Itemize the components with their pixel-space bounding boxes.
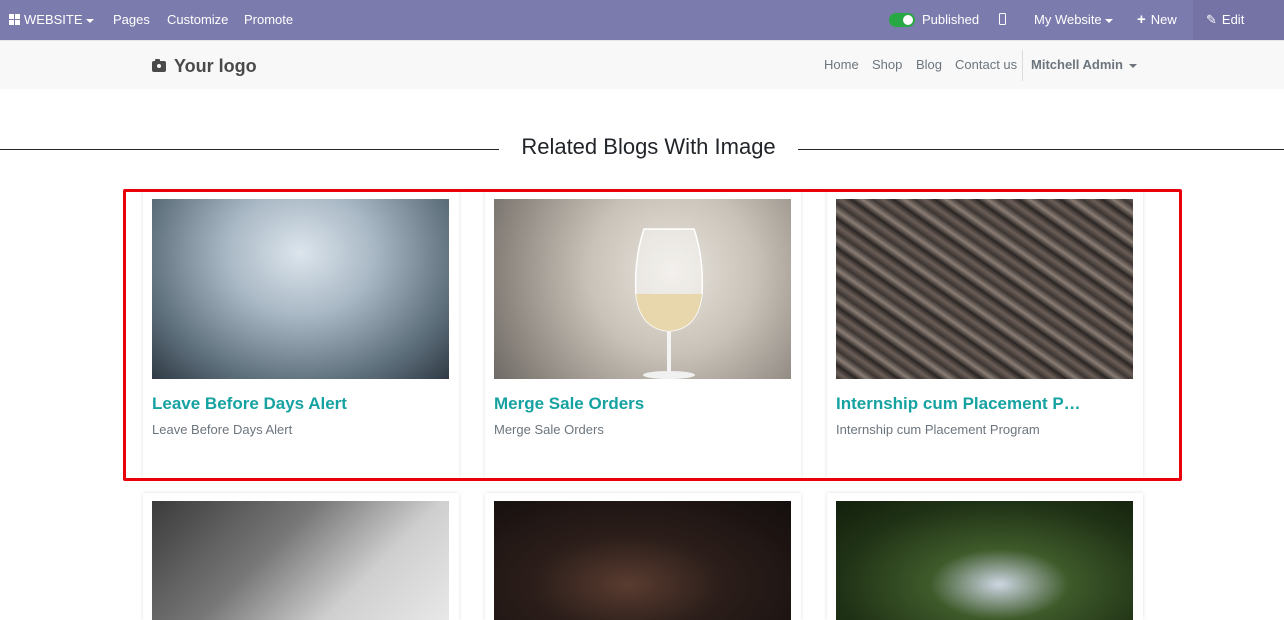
website-admin-bar: WEBSITE Pages Customize Promote Publishe… xyxy=(0,0,1284,40)
blog-card[interactable] xyxy=(485,493,801,620)
blog-title[interactable]: Internship cum Placement P… xyxy=(836,394,1133,414)
heading-rule-left xyxy=(0,149,499,150)
blog-image[interactable] xyxy=(836,199,1133,379)
customize-menu[interactable]: Customize xyxy=(167,0,228,40)
pencil-icon: ✎ xyxy=(1206,12,1217,27)
my-website-menu[interactable]: My Website xyxy=(1034,0,1113,40)
nav-divider xyxy=(1022,50,1023,81)
blog-description: Internship cum Placement Program xyxy=(836,422,1040,437)
edit-label: Edit xyxy=(1221,12,1245,27)
mobile-preview-button[interactable] xyxy=(999,0,1006,40)
wine-glass-illustration xyxy=(634,228,704,379)
blog-image[interactable] xyxy=(836,501,1133,620)
blog-title[interactable]: Leave Before Days Alert xyxy=(152,394,449,414)
plus-icon: + xyxy=(1137,11,1146,28)
pages-menu[interactable]: Pages xyxy=(113,0,150,40)
blog-card[interactable] xyxy=(827,493,1143,620)
chevron-down-icon xyxy=(85,18,94,23)
chevron-down-icon xyxy=(1104,18,1113,23)
published-label: Published xyxy=(922,12,980,27)
nav-contact-us[interactable]: Contact us xyxy=(955,41,1017,90)
mobile-icon xyxy=(999,13,1006,25)
published-toggle[interactable] xyxy=(889,13,915,27)
blog-image[interactable] xyxy=(152,199,449,379)
new-button[interactable]: + New xyxy=(1137,0,1177,40)
nav-home[interactable]: Home xyxy=(824,41,859,90)
blog-image[interactable] xyxy=(494,501,791,620)
logo-text: Your logo xyxy=(174,56,257,76)
user-name: Mitchell Admin xyxy=(1031,57,1123,72)
blog-image[interactable] xyxy=(494,199,791,379)
new-label: New xyxy=(1150,12,1177,27)
blog-card[interactable]: Leave Before Days Alert Leave Before Day… xyxy=(143,191,459,478)
blog-card[interactable]: Internship cum Placement P… Internship c… xyxy=(827,191,1143,478)
section-heading: Related Blogs With Image xyxy=(0,132,1284,162)
site-header: Your logo Home Shop Blog Contact us Mitc… xyxy=(0,40,1284,89)
nav-blog[interactable]: Blog xyxy=(916,41,942,90)
apps-grid-icon xyxy=(9,14,20,25)
website-menu[interactable]: WEBSITE xyxy=(9,0,94,40)
blog-description: Leave Before Days Alert xyxy=(152,422,293,437)
section-title: Related Blogs With Image xyxy=(521,134,776,159)
blog-image[interactable] xyxy=(152,501,449,620)
heading-rule-right xyxy=(798,149,1284,150)
blog-card[interactable]: Merge Sale Orders Merge Sale Orders xyxy=(485,191,801,478)
blog-description: Merge Sale Orders xyxy=(494,422,604,437)
promote-menu[interactable]: Promote xyxy=(244,0,293,40)
user-menu[interactable]: Mitchell Admin xyxy=(1031,41,1137,90)
edit-button[interactable]: ✎ Edit xyxy=(1206,0,1244,40)
camera-icon xyxy=(152,59,166,72)
website-menu-label: WEBSITE xyxy=(24,12,83,27)
blog-title[interactable]: Merge Sale Orders xyxy=(494,394,791,414)
nav-shop[interactable]: Shop xyxy=(872,41,902,90)
blog-card[interactable] xyxy=(143,493,459,620)
chevron-down-icon xyxy=(1128,63,1137,68)
my-website-label: My Website xyxy=(1034,12,1102,27)
site-logo[interactable]: Your logo xyxy=(152,54,257,78)
